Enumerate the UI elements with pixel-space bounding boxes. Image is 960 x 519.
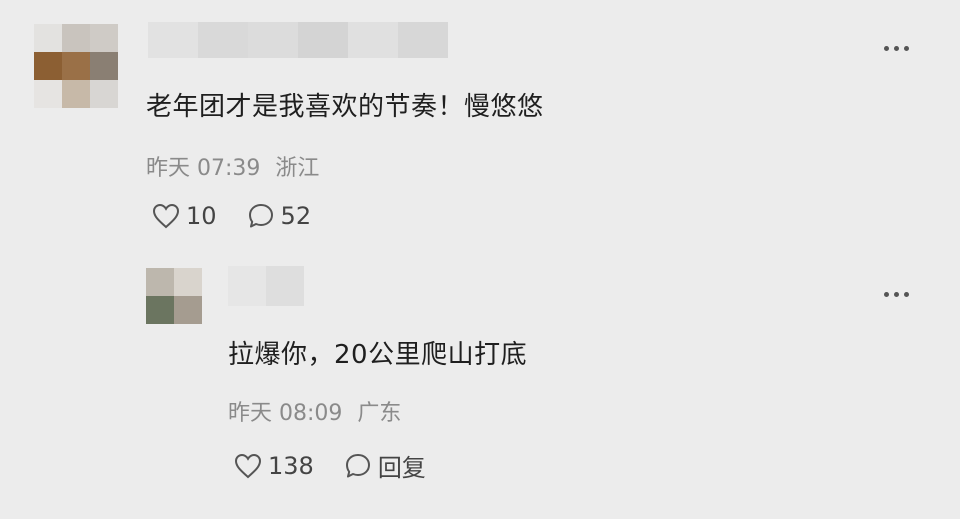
avatar-pixel <box>34 80 62 108</box>
avatar-pixel <box>34 24 62 52</box>
comment-actions: 10 52 <box>152 202 311 230</box>
more-options-icon[interactable] <box>884 292 909 297</box>
avatar-pixel <box>62 52 90 80</box>
reply-button[interactable]: 52 <box>247 202 312 230</box>
avatar-pixel <box>62 80 90 108</box>
comment-location: 浙江 <box>275 156 320 181</box>
like-button[interactable]: 138 <box>234 452 314 480</box>
comment-bubble-icon <box>248 204 273 228</box>
username-blurred[interactable] <box>228 266 304 306</box>
avatar-pixel <box>90 52 118 80</box>
comment-text: 老年团才是我喜欢的节奏！慢悠悠 <box>146 92 544 122</box>
heart-icon <box>152 203 180 229</box>
avatar-pixel <box>62 24 90 52</box>
heart-icon <box>234 453 262 478</box>
more-options-icon[interactable] <box>884 46 909 51</box>
reply-button[interactable]: 回复 <box>344 448 426 483</box>
comment-location: 广东 <box>357 401 402 426</box>
comment-time: 昨天 08:09 <box>228 401 343 426</box>
like-button[interactable]: 10 <box>152 202 217 230</box>
reply-count: 52 <box>280 202 312 230</box>
comment-bubble-icon <box>345 453 370 477</box>
avatar-pixel <box>90 80 118 108</box>
avatar[interactable] <box>34 24 118 108</box>
avatar-pixel <box>90 24 118 52</box>
comment-actions: 138 回复 <box>234 448 426 483</box>
avatar-pixel <box>174 268 202 296</box>
avatar-pixel <box>174 296 202 324</box>
comment-meta: 昨天 08:09 广东 <box>228 395 409 427</box>
like-count: 10 <box>186 202 217 230</box>
like-count: 138 <box>268 451 314 480</box>
comment-time: 昨天 07:39 <box>146 156 261 181</box>
reply-label: 回复 <box>377 454 426 482</box>
comment-text: 拉爆你，20公里爬山打底 <box>228 340 528 370</box>
avatar-pixel <box>34 52 62 80</box>
avatar-pixel <box>146 268 174 296</box>
avatar[interactable] <box>146 268 202 324</box>
avatar-pixel <box>146 296 174 324</box>
comment-meta: 昨天 07:39 浙江 <box>146 150 327 182</box>
username-blurred[interactable] <box>148 22 448 58</box>
